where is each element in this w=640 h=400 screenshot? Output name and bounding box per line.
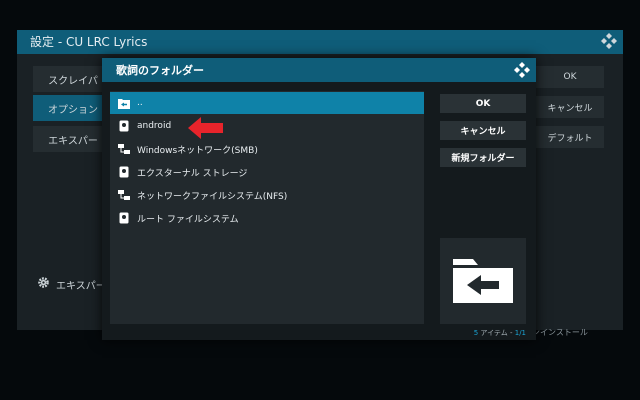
list-item-smb[interactable]: Windowsネットワーク(SMB) <box>110 138 424 160</box>
list-item-label: ルート ファイルシステム <box>137 214 239 225</box>
list-item-external-storage[interactable]: エクスターナル ストレージ <box>110 161 424 183</box>
list-item-android[interactable]: android <box>110 115 424 137</box>
expert-mode-toggle[interactable]: エキスパー <box>37 276 106 292</box>
network-icon <box>118 189 130 201</box>
list-item-label: Windowsネットワーク(SMB) <box>137 145 258 156</box>
gear-icon <box>37 276 50 292</box>
item-count-separator: - <box>509 329 513 337</box>
drive-icon <box>118 120 130 132</box>
kodi-logo-icon <box>601 33 617 49</box>
ok-button[interactable]: OK <box>440 94 526 113</box>
item-count-number: 5 <box>473 329 479 337</box>
settings-ok-button[interactable]: OK <box>536 66 604 88</box>
category-scraper[interactable]: スクレイパ <box>33 66 113 92</box>
list-item-root-filesystem[interactable]: ルート ファイルシステム <box>110 207 424 229</box>
drive-icon <box>118 166 130 178</box>
pointer-arrow-icon <box>188 117 224 143</box>
folder-back-icon <box>118 97 130 109</box>
settings-title: 設定 - CU LRC Lyrics <box>30 35 148 49</box>
expert-mode-label: エキスパー <box>56 280 106 292</box>
network-icon <box>118 143 130 155</box>
cancel-button[interactable]: キャンセル <box>440 121 526 140</box>
settings-cancel-button[interactable]: キャンセル <box>536 96 604 118</box>
drive-icon <box>118 212 130 224</box>
folder-preview <box>440 238 526 324</box>
list-item-parent[interactable]: .. <box>110 92 424 114</box>
page-indicator: 1/1 <box>514 329 526 337</box>
list-item-nfs[interactable]: ネットワークファイルシステム(NFS) <box>110 184 424 206</box>
list-item-label: エクスターナル ストレージ <box>137 168 248 179</box>
folder-back-icon <box>453 255 513 307</box>
list-item-label: ネットワークファイルシステム(NFS) <box>137 191 288 202</box>
category-options[interactable]: オプション <box>33 95 113 121</box>
item-count-label: アイテム <box>480 329 508 337</box>
new-folder-button[interactable]: 新規フォルダー <box>440 148 526 167</box>
dialog-title: 歌詞のフォルダー <box>116 64 204 77</box>
kodi-logo-icon <box>514 62 530 78</box>
item-count: 5 アイテム - 1/1 <box>440 328 526 338</box>
list-item-label: .. <box>137 98 143 108</box>
settings-default-button[interactable]: デフォルト <box>536 126 604 148</box>
install-text: ンインストール <box>532 328 588 337</box>
list-item-label: android <box>137 121 172 131</box>
category-expert[interactable]: エキスパー <box>33 126 113 152</box>
